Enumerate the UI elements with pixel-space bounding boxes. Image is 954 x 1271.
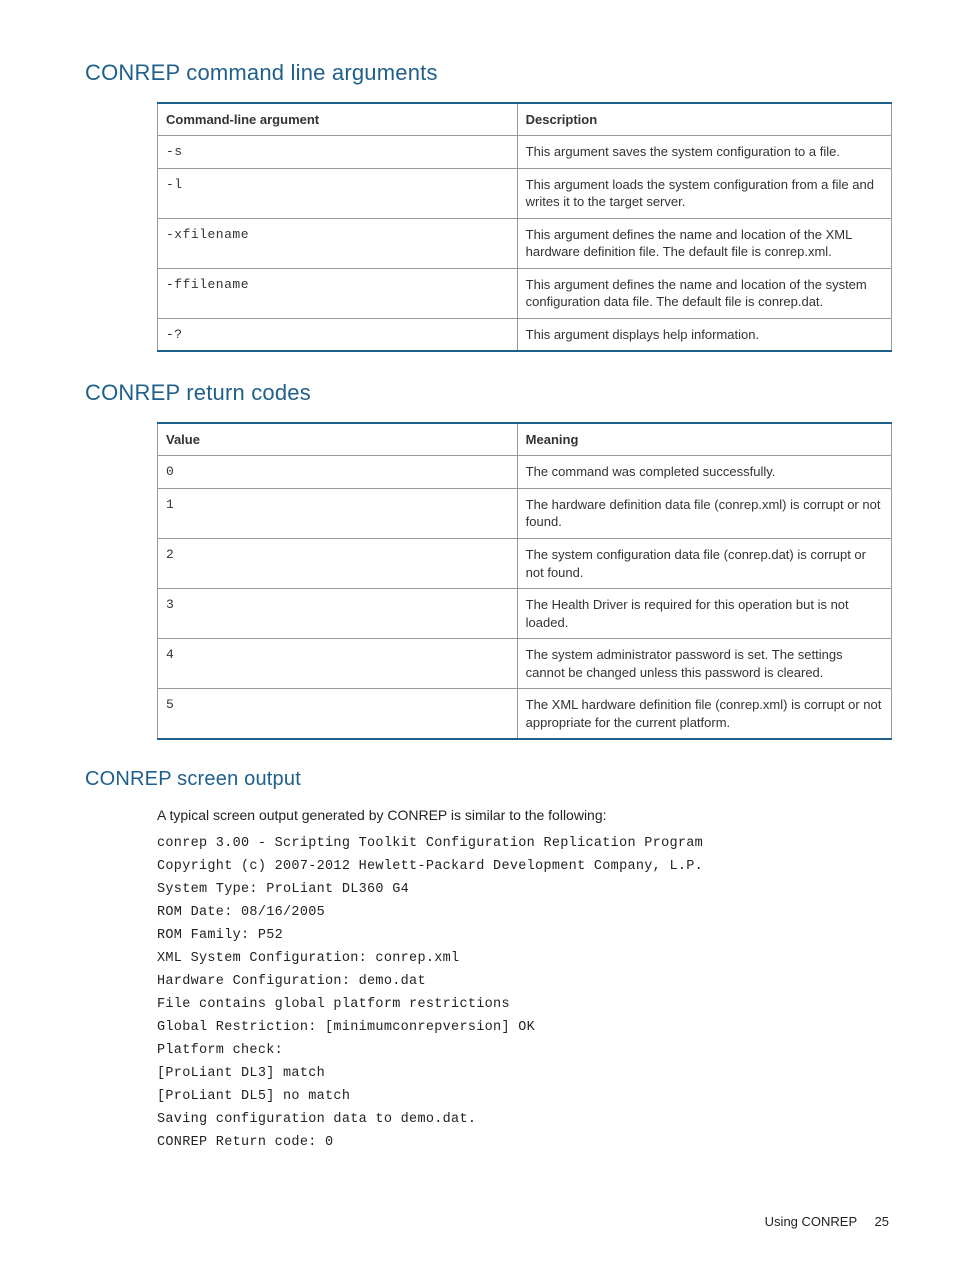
desc-cell: This argument loads the system configura… — [517, 168, 891, 218]
meaning-cell: The hardware definition data file (conre… — [517, 488, 891, 538]
arg-cell: -xfilename — [158, 218, 518, 268]
args-header-arg: Command-line argument — [158, 103, 518, 136]
heading-codes: CONREP return codes — [85, 380, 889, 406]
codes-header-val: Value — [158, 423, 518, 456]
meaning-cell: The command was completed successfully. — [517, 456, 891, 489]
value-cell: 1 — [158, 488, 518, 538]
codes-header-mean: Meaning — [517, 423, 891, 456]
footer-section: Using CONREP — [765, 1214, 857, 1229]
args-table: Command-line argument Description -sThis… — [157, 102, 892, 352]
table-row: -ffilenameThis argument defines the name… — [158, 268, 892, 318]
desc-cell: This argument saves the system configura… — [517, 136, 891, 169]
value-cell: 2 — [158, 539, 518, 589]
meaning-cell: The Health Driver is required for this o… — [517, 589, 891, 639]
codes-table: Value Meaning 0The command was completed… — [157, 422, 892, 740]
table-row: 1The hardware definition data file (conr… — [158, 488, 892, 538]
table-row: 3The Health Driver is required for this … — [158, 589, 892, 639]
table-row: -lThis argument loads the system configu… — [158, 168, 892, 218]
output-intro-text: A typical screen output generated by CON… — [157, 807, 889, 823]
meaning-cell: The system administrator password is set… — [517, 639, 891, 689]
value-cell: 4 — [158, 639, 518, 689]
arg-cell: -s — [158, 136, 518, 169]
table-row: -sThis argument saves the system configu… — [158, 136, 892, 169]
value-cell: 5 — [158, 689, 518, 740]
table-row: 2The system configuration data file (con… — [158, 539, 892, 589]
value-cell: 0 — [158, 456, 518, 489]
meaning-cell: The XML hardware definition file (conrep… — [517, 689, 891, 740]
table-row: 4The system administrator password is se… — [158, 639, 892, 689]
arg-cell: -? — [158, 318, 518, 351]
table-row: -?This argument displays help informatio… — [158, 318, 892, 351]
arg-cell: -ffilename — [158, 268, 518, 318]
heading-output: CONREP screen output — [85, 768, 889, 791]
table-row: 0The command was completed successfully. — [158, 456, 892, 489]
meaning-cell: The system configuration data file (conr… — [517, 539, 891, 589]
desc-cell: This argument displays help information. — [517, 318, 891, 351]
desc-cell: This argument defines the name and locat… — [517, 268, 891, 318]
arg-cell: -l — [158, 168, 518, 218]
args-header-desc: Description — [517, 103, 891, 136]
value-cell: 3 — [158, 589, 518, 639]
table-row: -xfilenameThis argument defines the name… — [158, 218, 892, 268]
page-footer: Using CONREP 25 — [765, 1214, 889, 1229]
heading-args: CONREP command line arguments — [85, 60, 889, 86]
table-row: 5The XML hardware definition file (conre… — [158, 689, 892, 740]
footer-page-number: 25 — [875, 1214, 889, 1229]
screen-output-block: conrep 3.00 - Scripting Toolkit Configur… — [157, 833, 889, 1154]
desc-cell: This argument defines the name and locat… — [517, 218, 891, 268]
